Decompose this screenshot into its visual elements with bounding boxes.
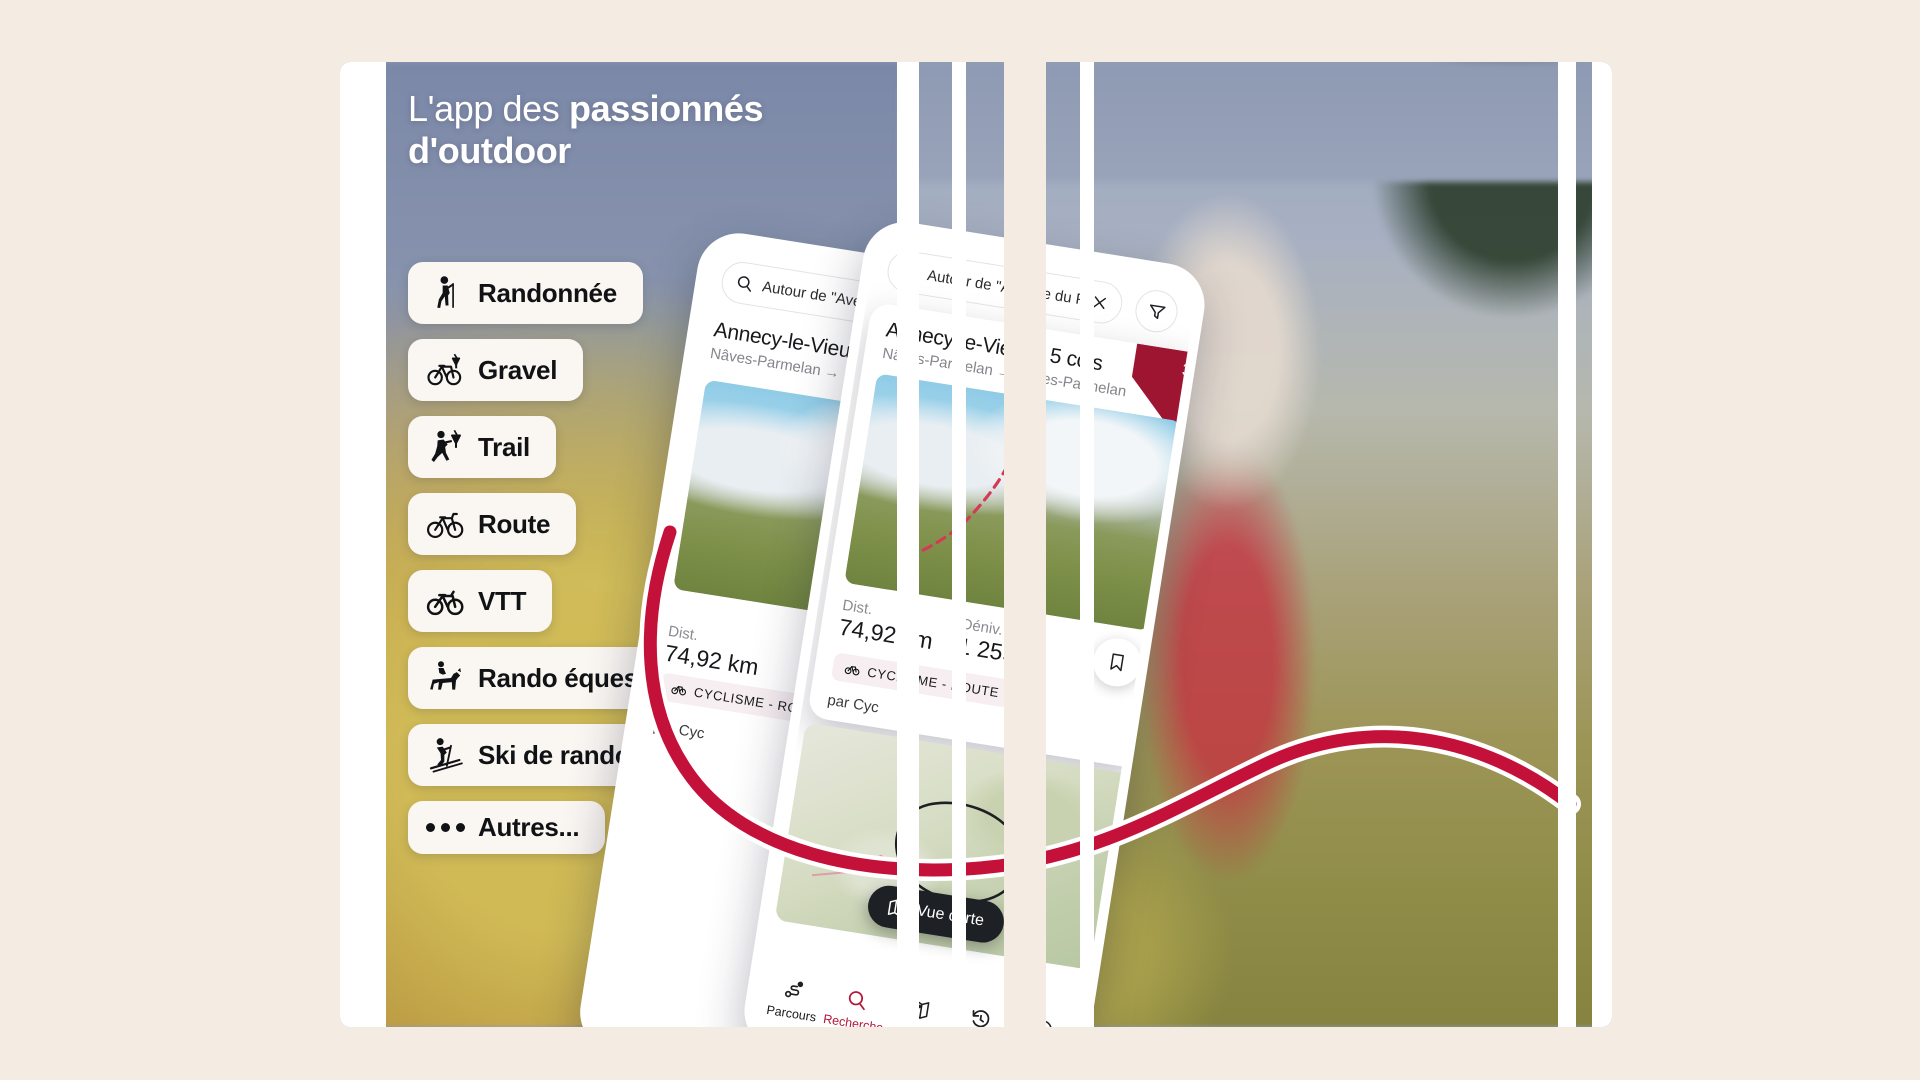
tab-plus[interactable]: Plus	[1007, 1013, 1075, 1027]
map-icon	[907, 1000, 930, 1019]
trail-runner-icon	[431, 429, 461, 462]
page-root: L'app des passionnés d'outdoor Randonnée	[0, 0, 1920, 1080]
hero-panel: L'app des passionnés d'outdoor Randonnée	[340, 62, 1612, 1027]
search-icon	[903, 265, 917, 281]
activity-label: Gravel	[478, 354, 558, 385]
bottom-tabbar: Parcours Recherche	[749, 950, 1085, 1027]
activity-button-trail[interactable]: Trail	[408, 416, 556, 478]
search-icon	[848, 991, 865, 1011]
history-icon	[972, 1010, 990, 1027]
search-value: Autour de "Avenue du Pr	[926, 266, 1084, 308]
tab-label: Parcours	[765, 1002, 818, 1025]
tab-label: Carte	[899, 1024, 931, 1027]
route-icon	[785, 981, 804, 998]
background-sky	[900, 62, 1612, 182]
activity-button-vtt[interactable]: VTT	[408, 570, 553, 632]
route-author-back: par Cyc	[651, 717, 706, 743]
search-clear-button[interactable]	[1090, 292, 1109, 311]
activity-button-route[interactable]: Route	[408, 493, 577, 555]
tab-historique[interactable]: Historique	[945, 1004, 1013, 1027]
filter-icon	[1149, 303, 1166, 319]
ski-touring-icon	[429, 738, 463, 773]
headline-prefix: L'app des	[408, 88, 570, 129]
search-icon	[737, 276, 752, 292]
left-gutter	[340, 62, 386, 1027]
badge-count: 3	[1180, 360, 1194, 381]
activity-label: Trail	[478, 431, 530, 462]
mountain-bike-icon	[426, 590, 464, 616]
road-bike-icon	[427, 512, 464, 538]
page-title: L'app des passionnés d'outdoor	[408, 88, 928, 173]
activity-label: Autres...	[478, 812, 580, 842]
route-card-front[interactable]: 3 Annecy-le-Vieux - 5 cols Nâves-Parmela…	[806, 301, 1200, 770]
activity-label: Randonnée	[478, 277, 617, 308]
more-icon	[1033, 1020, 1052, 1027]
bookmark-icon	[1110, 653, 1124, 672]
marker-letter: A	[1015, 410, 1027, 428]
road-bike-icon	[844, 665, 860, 676]
map-view-label: Vue carte	[915, 902, 986, 930]
activity-label: Ski de rando	[478, 739, 631, 770]
activity-label: VTT	[478, 585, 527, 616]
activity-label: Route	[478, 508, 551, 539]
tab-carte[interactable]: Carte	[883, 994, 951, 1027]
tab-recherche[interactable]: Recherche	[822, 984, 890, 1027]
activity-button-autres[interactable]: Autres...	[408, 801, 606, 854]
horse-rider-icon	[430, 661, 461, 690]
road-bike-icon	[671, 686, 687, 696]
hiker-icon	[437, 276, 454, 308]
ellipsis-icon	[426, 823, 466, 832]
tab-label: Recherche	[822, 1011, 885, 1027]
gravel-bike-icon	[427, 353, 462, 386]
activity-button-randonnee[interactable]: Randonnée	[408, 262, 643, 324]
headline-bold: passionnés	[569, 88, 764, 129]
map-icon	[887, 899, 909, 917]
tab-parcours[interactable]: Parcours	[760, 974, 828, 1025]
activity-button-gravel[interactable]: Gravel	[408, 339, 584, 401]
headline-line2: d'outdoor	[408, 130, 571, 172]
filter-button[interactable]	[1132, 287, 1181, 336]
close-icon	[1093, 295, 1107, 309]
